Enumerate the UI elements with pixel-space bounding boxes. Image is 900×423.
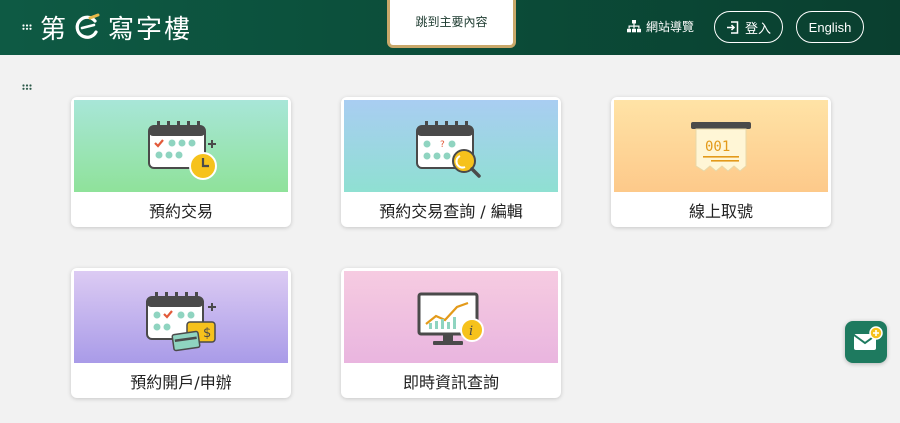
mail-icon bbox=[853, 326, 883, 350]
sitemap-label: 網站導覽 bbox=[646, 20, 695, 34]
mail-subscribe-button[interactable] bbox=[845, 321, 887, 363]
sitemap-icon bbox=[627, 20, 641, 33]
card-label: 預約開戶/申辦 bbox=[130, 372, 232, 392]
queue-ticket-icon: 001 bbox=[691, 122, 751, 172]
card-banner bbox=[74, 100, 288, 192]
card-banner: $ bbox=[74, 271, 288, 363]
login-icon bbox=[726, 20, 739, 34]
calendar-search-icon: ? bbox=[416, 121, 481, 178]
sitemap-link[interactable]: 網站導覽 bbox=[627, 18, 694, 35]
login-button[interactable]: 登入 bbox=[714, 11, 783, 43]
language-switch-button[interactable]: English bbox=[796, 11, 864, 43]
site-header: 第 寫字樓 跳到主要內容 網站導覽 登入 English bbox=[0, 0, 900, 55]
card-banner: ? bbox=[344, 100, 558, 192]
calendar-card-icon: $ bbox=[146, 292, 216, 352]
card-label: 即時資訊查詢 bbox=[402, 372, 499, 392]
card-realtime-info-query[interactable]: i 即時資訊查詢 bbox=[341, 268, 561, 398]
e-logo-icon bbox=[75, 13, 100, 39]
card-online-queue-number[interactable]: 001 線上取號 bbox=[611, 97, 831, 227]
monitor-chart-icon: i bbox=[417, 292, 484, 345]
svg-text:i: i bbox=[469, 324, 473, 339]
calendar-clock-icon bbox=[148, 121, 217, 180]
logo-text-left: 第 bbox=[40, 14, 69, 45]
card-reservation-transaction[interactable]: 預約交易 bbox=[71, 97, 291, 227]
login-label: 登入 bbox=[744, 21, 771, 37]
logo-text-right: 寫字樓 bbox=[108, 14, 193, 45]
accesskey-dots-icon[interactable] bbox=[22, 84, 32, 90]
svg-text:?: ? bbox=[440, 140, 445, 150]
card-banner: i bbox=[344, 271, 558, 363]
card-label: 線上取號 bbox=[688, 201, 753, 221]
site-logo[interactable]: 第 寫字樓 bbox=[40, 11, 193, 45]
card-banner: 001 bbox=[614, 100, 828, 192]
card-label: 預約交易查詢 / 編輯 bbox=[379, 201, 523, 221]
card-label: 預約交易 bbox=[148, 201, 213, 221]
card-account-opening-application[interactable]: $ 預約開戶/申辦 bbox=[71, 268, 291, 398]
skip-to-content-link[interactable]: 跳到主要內容 bbox=[387, 0, 516, 48]
ticket-number: 001 bbox=[705, 139, 730, 155]
accesskey-dots-icon[interactable] bbox=[22, 24, 32, 30]
card-reservation-query-edit[interactable]: ? 預約交易查詢 / 編輯 bbox=[341, 97, 561, 227]
svg-text:$: $ bbox=[203, 326, 211, 341]
